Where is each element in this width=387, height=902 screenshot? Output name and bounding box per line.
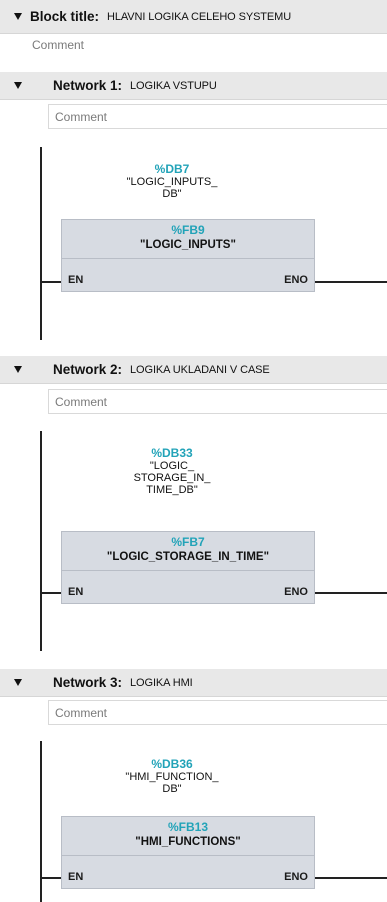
network-1-function-block[interactable]: %FB9 "LOGIC_INPUTS" EN ENO xyxy=(61,219,315,292)
network-3-instance-db[interactable]: %DB36 "HMI_FUNCTION_ DB" xyxy=(112,757,232,795)
network-3-fb-address: %FB13 xyxy=(167,820,208,834)
network-2-output-wire xyxy=(315,592,387,594)
network-2-en-pin[interactable]: EN xyxy=(68,586,83,598)
network-3-title[interactable]: LOGIKA HMI xyxy=(130,677,193,689)
block-comment[interactable]: Comment xyxy=(28,34,387,56)
block-title-value[interactable]: HLAVNI LOGIKA CELEHO SYSTEMU xyxy=(107,11,291,23)
network-1-db-name: "LOGIC_INPUTS_ DB" xyxy=(126,176,218,200)
network-1-eno-pin[interactable]: ENO xyxy=(284,274,308,286)
collapse-triangle-icon[interactable] xyxy=(14,82,22,89)
collapse-triangle-icon[interactable] xyxy=(14,366,22,373)
network-3-label: Network 3: xyxy=(53,675,123,690)
network-3-fb-divider xyxy=(62,855,314,856)
network-2-input-wire xyxy=(40,592,61,594)
network-3-eno-pin[interactable]: ENO xyxy=(284,871,308,883)
network-1-title[interactable]: LOGIKA VSTUPU xyxy=(130,80,217,92)
network-3-db-name: "HMI_FUNCTION_ DB" xyxy=(125,771,219,795)
collapse-triangle-icon[interactable] xyxy=(14,679,22,686)
network-2-fb-name: "LOGIC_STORAGE_IN_TIME" xyxy=(106,551,270,563)
network-2-instance-db[interactable]: %DB33 "LOGIC_ STORAGE_IN_ TIME_DB" xyxy=(112,446,232,496)
network-2-db-address: %DB33 xyxy=(151,446,193,460)
network-1-fb-address: %FB9 xyxy=(171,223,205,237)
network-2-title[interactable]: LOGIKA UKLADANI V CASE xyxy=(130,364,270,376)
network-2-comment[interactable]: Comment xyxy=(48,389,387,414)
block-title-header[interactable]: Block title: HLAVNI LOGIKA CELEHO SYSTEM… xyxy=(0,0,387,34)
network-2-db-name: "LOGIC_ STORAGE_IN_ TIME_DB" xyxy=(133,460,211,496)
network-1-header[interactable]: Network 1: LOGIKA VSTUPU xyxy=(0,72,387,100)
network-1-input-wire xyxy=(40,281,61,283)
network-3-output-wire xyxy=(315,877,387,879)
network-2-function-block[interactable]: %FB7 "LOGIC_STORAGE_IN_TIME" EN ENO xyxy=(61,531,315,604)
network-1-power-rail xyxy=(40,147,42,340)
network-1-fb-divider xyxy=(62,258,314,259)
network-2-fb-address: %FB7 xyxy=(171,535,205,549)
network-2-header[interactable]: Network 2: LOGIKA UKLADANI V CASE xyxy=(0,356,387,384)
network-1-label: Network 1: xyxy=(53,78,123,93)
network-3-en-pin[interactable]: EN xyxy=(68,871,83,883)
network-1-db-address: %DB7 xyxy=(154,162,190,176)
network-2-power-rail xyxy=(40,431,42,651)
network-3-db-address: %DB36 xyxy=(151,757,193,771)
network-2-fb-divider xyxy=(62,570,314,571)
network-3-header[interactable]: Network 3: LOGIKA HMI xyxy=(0,669,387,697)
network-3-comment[interactable]: Comment xyxy=(48,700,387,725)
network-3-fb-name: "HMI_FUNCTIONS" xyxy=(135,836,241,848)
network-1-comment[interactable]: Comment xyxy=(48,104,387,129)
network-2-label: Network 2: xyxy=(53,362,123,377)
network-1-output-wire xyxy=(315,281,387,283)
network-3-input-wire xyxy=(40,877,61,879)
network-1-fb-name: "LOGIC_INPUTS" xyxy=(140,239,236,251)
network-3-function-block[interactable]: %FB13 "HMI_FUNCTIONS" EN ENO xyxy=(61,816,315,889)
network-1-instance-db[interactable]: %DB7 "LOGIC_INPUTS_ DB" xyxy=(112,162,232,200)
network-2-eno-pin[interactable]: ENO xyxy=(284,586,308,598)
network-1-en-pin[interactable]: EN xyxy=(68,274,83,286)
block-title-label: Block title: xyxy=(30,9,100,24)
collapse-triangle-icon[interactable] xyxy=(14,13,22,20)
ladder-editor: Block title: HLAVNI LOGIKA CELEHO SYSTEM… xyxy=(0,0,387,902)
